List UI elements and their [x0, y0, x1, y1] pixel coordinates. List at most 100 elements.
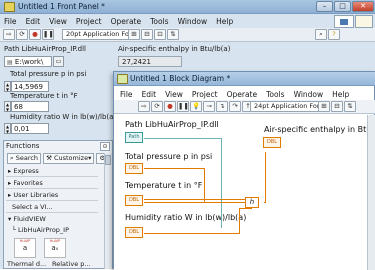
window-controls: – □ ✕ — [316, 1, 374, 12]
thermal-diffusivity-icon[interactable]: HuAIP a — [14, 238, 36, 258]
help-icon[interactable]: ? — [328, 29, 340, 40]
bd-menu-edit[interactable]: Edit — [142, 90, 157, 99]
vi-icon-preview[interactable] — [355, 15, 373, 28]
palette-search-button[interactable]: ⌕ Search — [7, 153, 42, 164]
temperature-wire-2[interactable] — [144, 202, 252, 203]
block-diagram-window: Untitled 1 Block Diagram * File Edit Vie… — [113, 71, 375, 270]
pressure-wire-vertical[interactable] — [204, 168, 205, 202]
pressure-input[interactable]: 14,5969 — [11, 81, 49, 92]
dropdown-arrow-icon: ▾ — [88, 154, 92, 162]
menu-tools[interactable]: Tools — [150, 17, 168, 26]
palette-item-fluidview[interactable]: ▾ FluidVIEW — [8, 215, 46, 223]
humidity-input[interactable]: 0,01 — [11, 123, 49, 134]
menu-project[interactable]: Project — [76, 17, 102, 26]
bd-font-selector[interactable]: 24pt Application Font — [250, 101, 328, 112]
palette-title: Functions — [6, 142, 40, 150]
align-objects-icon[interactable]: ⊞ — [128, 29, 140, 40]
bd-path-label: Path LibHuAirProp_IP.dll — [125, 120, 219, 129]
bd-menu-view[interactable]: View — [165, 90, 183, 99]
humidity-terminal[interactable]: DBL — [125, 227, 143, 238]
step-into-icon[interactable]: ↴ — [216, 101, 228, 112]
palette-subitem-libhuairprop[interactable]: └ LibHuAirProp_IP — [12, 226, 69, 234]
palette-item-favorites[interactable]: ▸ Favorites — [8, 179, 43, 187]
pressure-spinner[interactable]: ▲ ▼ — [4, 81, 11, 92]
bd-enthalpy-label: Air-specific enthalpy in Btu/lb(a) — [264, 125, 375, 134]
enthalpy-terminal[interactable]: DBL — [263, 137, 281, 148]
menu-file[interactable]: File — [4, 17, 17, 26]
bd-pause-icon[interactable]: ❚❚ — [177, 101, 189, 112]
distribute-objects-icon[interactable]: ⊟ — [141, 29, 153, 40]
path-wire[interactable] — [144, 138, 222, 228]
bd-menu-operate[interactable]: Operate — [227, 90, 258, 99]
close-button[interactable]: ✕ — [352, 1, 374, 12]
menu-window[interactable]: Window — [178, 17, 208, 26]
abort-icon[interactable]: ● — [29, 29, 41, 40]
block-diagram-scrollbar[interactable] — [367, 115, 375, 270]
pin-icon[interactable]: ⊙ — [100, 142, 110, 151]
front-panel-title: Untitled 1 Front Panel * — [18, 2, 105, 11]
connector-pane-icon — [340, 19, 348, 25]
palette-scrollbar[interactable] — [104, 153, 112, 269]
menu-help[interactable]: Help — [216, 17, 233, 26]
run-continuously-icon[interactable]: ⟳ — [16, 29, 28, 40]
bd-align-objects-icon[interactable]: ⊞ — [318, 101, 330, 112]
pause-icon[interactable]: ❚❚ — [42, 29, 54, 40]
bd-abort-icon[interactable]: ● — [164, 101, 176, 112]
temperature-wire[interactable] — [144, 199, 252, 200]
palette-customize-button[interactable]: ⚒ Customize▾ — [43, 153, 95, 164]
scroll-thumb[interactable] — [105, 155, 111, 165]
block-diagram-canvas[interactable]: Path LibHuAirProp_IP.dll Total pressure … — [114, 115, 375, 270]
labview-app-icon — [4, 2, 15, 12]
temperature-spinner[interactable]: ▲ ▼ — [4, 101, 11, 112]
palette-item-express[interactable]: ▸ Express — [8, 167, 39, 175]
menu-edit[interactable]: Edit — [26, 17, 41, 26]
temperature-terminal[interactable]: DBL — [125, 195, 143, 206]
pressure-terminal[interactable]: DBL — [125, 163, 143, 174]
humidity-wire-into-node[interactable] — [239, 208, 252, 209]
bd-menu-project[interactable]: Project — [192, 90, 218, 99]
humidity-spinner[interactable]: ▲ ▼ — [4, 123, 11, 134]
enthalpy-function-node[interactable]: h — [245, 197, 259, 208]
enthalpy-wire-vertical[interactable] — [265, 152, 266, 203]
bd-run-arrow-icon[interactable]: ⇨ — [138, 101, 150, 112]
palette-icon-label-relative: Relative p... — [52, 260, 91, 268]
path-terminal[interactable]: Path — [125, 132, 143, 143]
step-over-icon[interactable]: ↷ — [229, 101, 241, 112]
pressure-wire[interactable] — [144, 168, 204, 169]
palette-item-user-libraries[interactable]: ▸ User Libraries — [8, 191, 58, 199]
bd-menu-file[interactable]: File — [120, 90, 133, 99]
front-panel-menubar: File Edit View Project Operate Tools Win… — [4, 17, 233, 26]
palette-divider — [6, 188, 98, 189]
resize-objects-icon[interactable]: ⊡ — [154, 29, 166, 40]
palette-item-select-vi[interactable]: Select a VI... — [12, 203, 53, 211]
browse-folder-icon[interactable]: ▭ — [53, 56, 64, 67]
maximize-button[interactable]: □ — [334, 1, 351, 12]
highlight-execution-icon[interactable]: 💡 — [190, 101, 202, 112]
humidity-wire-vertical[interactable] — [239, 208, 240, 234]
front-panel-titlebar: Untitled 1 Front Panel * – □ ✕ — [0, 0, 375, 14]
wrench-icon: ⚒ — [46, 154, 52, 162]
humidity-wire[interactable] — [144, 233, 239, 234]
bd-menu-help[interactable]: Help — [332, 90, 349, 99]
bd-reorder-icon[interactable]: ⇅ — [344, 101, 356, 112]
vi-icon-corner[interactable] — [334, 15, 354, 28]
bd-distribute-objects-icon[interactable]: ⊟ — [331, 101, 343, 112]
retain-wire-values-icon[interactable]: ⊸ — [203, 101, 215, 112]
reorder-icon[interactable]: ⇅ — [167, 29, 179, 40]
path-control[interactable]: ▤ E:\work\ — [4, 56, 52, 67]
menu-operate[interactable]: Operate — [111, 17, 142, 26]
temperature-input[interactable]: 68 — [11, 101, 49, 112]
relative-pressure-icon[interactable]: HuAIP aᵥ — [44, 238, 66, 258]
run-arrow-icon[interactable]: ⇨ — [3, 29, 15, 40]
block-diagram-icon — [117, 74, 128, 84]
expand-arrow-icon: ▸ — [8, 179, 12, 187]
front-panel-toolbar: ⇨ ⟳ ● ❚❚ 20pt Application Font ⊞ ⊟ ⊡ ⇅ ⌕… — [0, 28, 375, 42]
temperature-label: Temperature t in °F — [10, 92, 78, 100]
bd-run-continuously-icon[interactable]: ⟳ — [151, 101, 163, 112]
enthalpy-indicator: 27,2421 — [118, 56, 182, 67]
search-icon[interactable]: ⌕ — [315, 29, 327, 40]
bd-menu-window[interactable]: Window — [294, 90, 324, 99]
bd-menu-tools[interactable]: Tools — [266, 90, 284, 99]
menu-view[interactable]: View — [49, 17, 67, 26]
minimize-button[interactable]: – — [316, 1, 333, 12]
